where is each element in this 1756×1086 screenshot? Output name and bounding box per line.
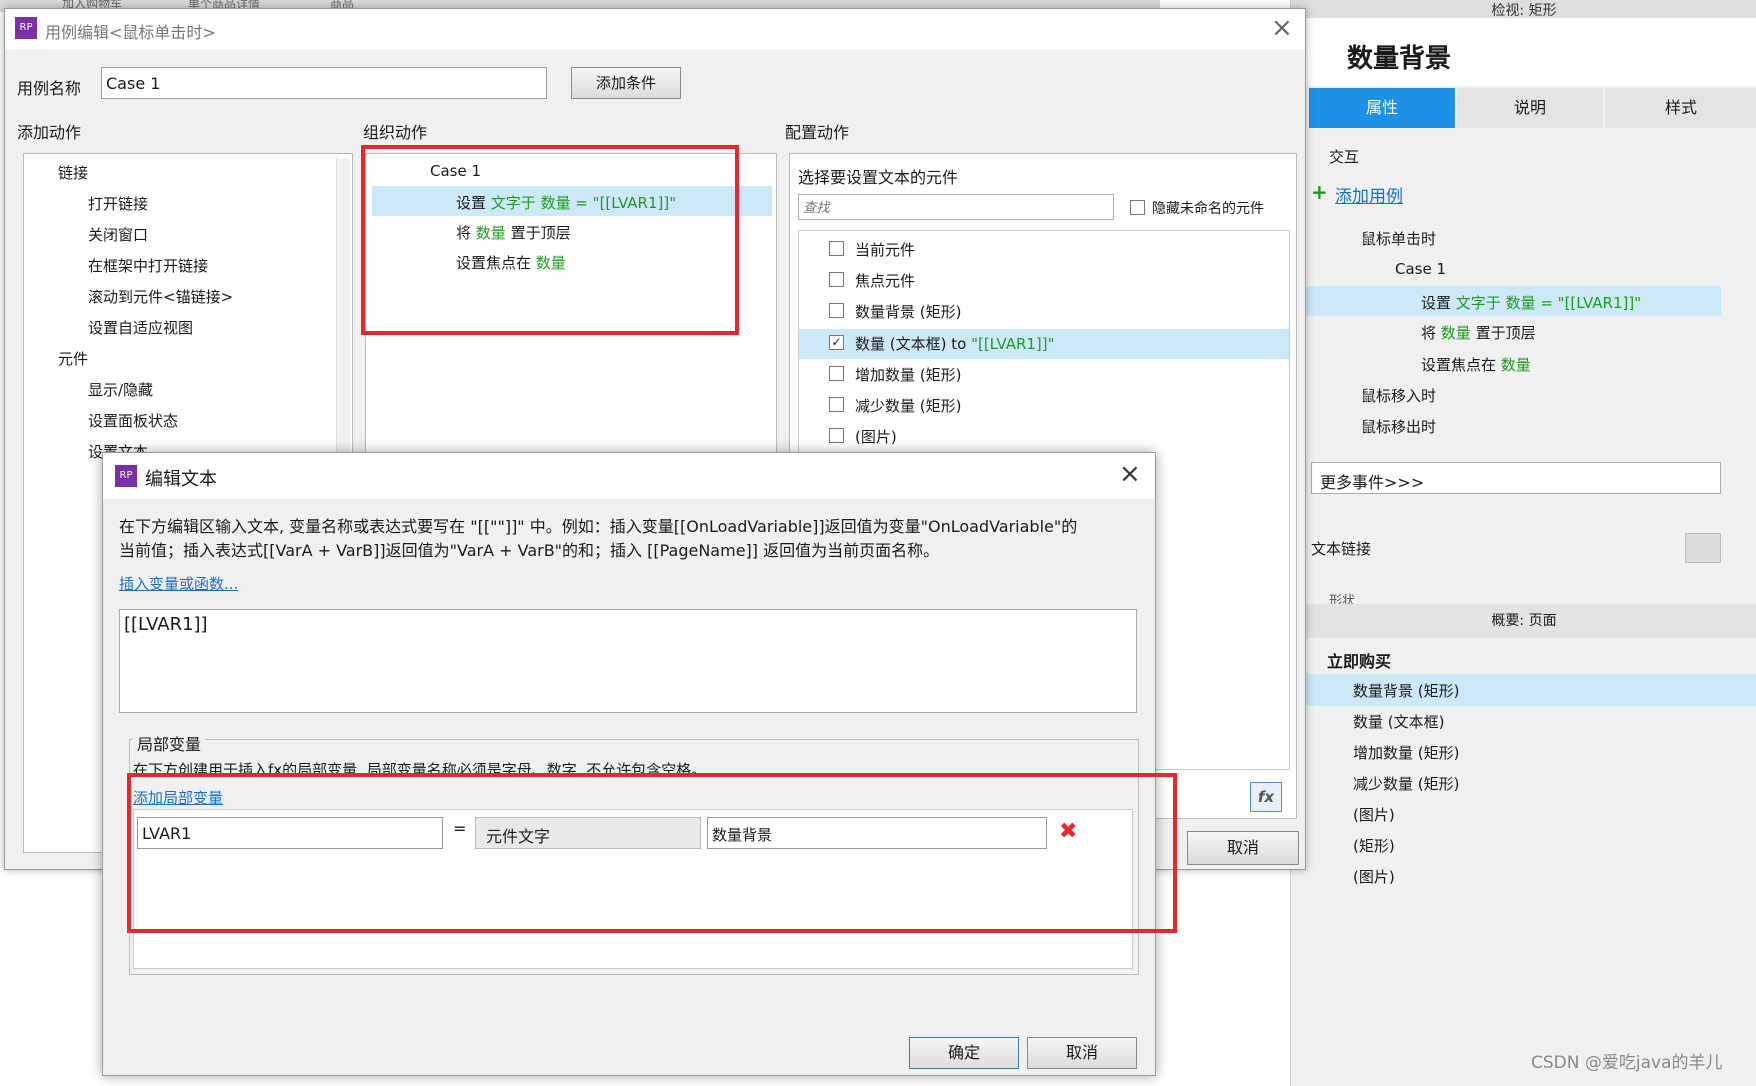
organize-label: 组织动作 (363, 123, 428, 142)
hide-unnamed-checkbox[interactable] (1130, 200, 1145, 215)
event-enter[interactable]: 鼠标移入时 (1361, 385, 1436, 406)
close-icon[interactable]: × (1119, 459, 1141, 489)
widget-checkbox[interactable] (829, 241, 844, 256)
outline-item[interactable]: 数量 (文本框) (1353, 711, 1444, 732)
event-click[interactable]: 鼠标单击时 (1361, 228, 1436, 249)
widget-item[interactable]: 焦点元件 (855, 270, 915, 291)
desc-line-2: 当前值；插入表达式[[VarA + VarB]]返回值为"VarA + VarB… (119, 541, 940, 560)
tree-item[interactable]: 显示/隐藏 (88, 379, 153, 400)
widget-item[interactable]: 当前元件 (855, 239, 915, 260)
outline-item[interactable]: (矩形) (1353, 835, 1395, 856)
outline-item[interactable]: 增加数量 (矩形) (1353, 742, 1459, 763)
hide-unnamed-label: 隐藏未命名的元件 (1152, 201, 1264, 217)
text-link-label: 文本链接 (1311, 540, 1372, 558)
case-editor-titlebar: RP 用例编辑<鼠标单击时> × (5, 9, 1305, 49)
tree-item[interactable]: 打开链接 (88, 193, 148, 214)
widget-checkbox[interactable] (829, 272, 844, 287)
local-vars-label: 局部变量 (133, 731, 206, 755)
widget-item[interactable]: 减少数量 (矩形) (855, 395, 961, 416)
tree-item[interactable]: 链接 (58, 162, 88, 183)
watermark: CSDN @爱吃java的羊儿 (1531, 1053, 1723, 1073)
event-leave[interactable]: 鼠标移出时 (1361, 416, 1436, 437)
widget-checkbox-checked[interactable]: ✓ (829, 335, 844, 350)
link-icon-button[interactable] (1685, 533, 1721, 563)
edit-text-dialog: RP 编辑文本 × 在下方编辑区输入文本, 变量名称或表达式要写在 "[[""]… (102, 452, 1177, 1076)
case-cancel-button[interactable]: 取消 (1187, 831, 1299, 865)
action-item[interactable]: 将 数量 置于顶层 (1421, 322, 1536, 343)
insert-variable-link[interactable]: 插入变量或函数... (119, 573, 238, 594)
widget-checkbox[interactable] (829, 428, 844, 443)
interaction-label: 交互 (1329, 148, 1360, 166)
widget-item[interactable]: (图片) (855, 426, 897, 447)
case-name-input[interactable]: Case 1 (101, 67, 547, 99)
widget-checkbox[interactable] (829, 303, 844, 318)
inspector-panel: 检视: 矩形 数量背景 属性 说明 样式 交互 + 添加用例 鼠标单击时 Cas… (1290, 0, 1756, 1086)
rp-logo-icon: RP (15, 17, 37, 39)
edit-text-titlebar: RP 编辑文本 × (103, 453, 1155, 499)
outline-item[interactable]: 数量背景 (矩形) (1353, 680, 1459, 701)
cancel-button[interactable]: 取消 (1027, 1037, 1137, 1069)
add-case-link[interactable]: 添加用例 (1335, 182, 1403, 207)
event-case[interactable]: Case 1 (1395, 260, 1446, 278)
fx-button[interactable]: fx (1250, 782, 1282, 812)
text-editor[interactable]: [[LVAR1]] (119, 609, 1137, 713)
tree-item[interactable]: 在框架中打开链接 (88, 255, 208, 276)
widget-checkbox[interactable] (829, 397, 844, 412)
widget-item[interactable]: 数量背景 (矩形) (855, 301, 961, 322)
outline-page[interactable]: 立即购买 (1327, 648, 1391, 672)
ok-button[interactable]: 确定 (909, 1037, 1019, 1069)
tab-properties[interactable]: 属性 (1309, 88, 1455, 128)
action-item[interactable]: 设置焦点在 数量 (1421, 354, 1531, 375)
tree-item[interactable]: 设置面板状态 (88, 410, 178, 431)
tree-item[interactable]: 关闭窗口 (88, 224, 148, 245)
tree-item[interactable]: 元件 (58, 348, 88, 369)
configure-label: 配置动作 (785, 123, 850, 142)
tree-item[interactable]: 设置自适应视图 (88, 317, 193, 338)
add-action-label: 添加动作 (17, 123, 82, 142)
edit-text-title: 编辑文本 (145, 469, 217, 490)
search-input[interactable] (798, 194, 1114, 220)
widget-name[interactable]: 数量背景 (1347, 38, 1451, 75)
outline-title: 概要: 页面 (1291, 604, 1756, 638)
config-title: 选择要设置文本的元件 (798, 168, 959, 187)
desc-line-1: 在下方编辑区输入文本, 变量名称或表达式要写在 "[[""]]" 中。例如：插入… (119, 517, 1078, 536)
widget-checkbox[interactable] (829, 366, 844, 381)
case-editor-title: 用例编辑<鼠标单击时> (45, 23, 216, 42)
widget-item[interactable]: 增加数量 (矩形) (855, 364, 961, 385)
tab-notes[interactable]: 说明 (1457, 88, 1603, 128)
tree-item[interactable]: 滚动到元件<锚链接> (88, 286, 233, 307)
case-name-label: 用例名称 (17, 79, 82, 98)
add-condition-button[interactable]: 添加条件 (571, 67, 681, 99)
action-item[interactable]: 设置 文字于 数量 = "[[LVAR1]]" (1421, 292, 1641, 313)
more-events-select[interactable]: 更多事件>>> (1311, 462, 1721, 494)
outline-item[interactable]: (图片) (1353, 866, 1395, 887)
tab-style[interactable]: 样式 (1605, 88, 1756, 128)
highlight-box (127, 773, 1177, 933)
inspector-title: 检视: 矩形 (1291, 0, 1756, 19)
outline-item[interactable]: (图片) (1353, 804, 1395, 825)
close-icon[interactable]: × (1271, 13, 1293, 43)
outline-item[interactable]: 减少数量 (矩形) (1353, 773, 1459, 794)
widget-item[interactable]: 数量 (文本框) to "[[LVAR1]]" (855, 333, 1055, 354)
plus-icon: + (1311, 180, 1328, 204)
rp-logo-icon: RP (115, 465, 137, 487)
highlight-box (361, 145, 739, 335)
